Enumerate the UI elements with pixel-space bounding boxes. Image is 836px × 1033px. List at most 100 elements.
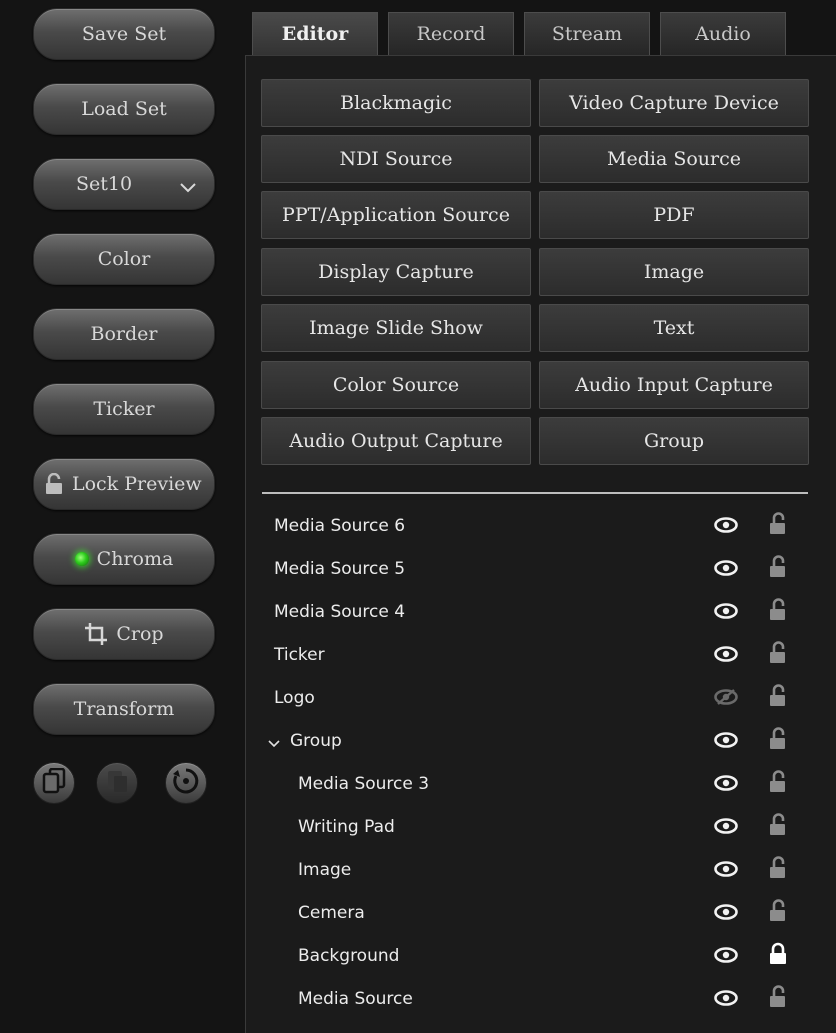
layer-row[interactable]: Image bbox=[262, 849, 808, 892]
border-label: Border bbox=[90, 323, 158, 345]
lock-open-icon[interactable] bbox=[768, 512, 788, 541]
reset-button[interactable] bbox=[165, 762, 207, 804]
eye-icon[interactable] bbox=[714, 603, 738, 624]
ticker-button[interactable]: Ticker bbox=[33, 383, 215, 435]
copy-icon bbox=[42, 767, 66, 798]
load-set-button[interactable]: Load Set bbox=[33, 83, 215, 135]
layer-row[interactable]: Media Source 3 bbox=[262, 763, 808, 806]
color-label: Color bbox=[97, 248, 151, 270]
tab-record[interactable]: Record bbox=[388, 12, 514, 55]
layer-name: Media Source 5 bbox=[274, 559, 406, 579]
chevron-down-icon bbox=[180, 176, 196, 198]
lock-open-icon[interactable] bbox=[768, 770, 788, 799]
tab-audio[interactable]: Audio bbox=[660, 12, 786, 55]
copy-button[interactable] bbox=[33, 762, 75, 804]
source-slideshow-button[interactable]: Image Slide Show bbox=[261, 304, 531, 352]
tab-label: Editor bbox=[281, 23, 349, 45]
layer-name: Image bbox=[298, 860, 352, 880]
eye-icon[interactable] bbox=[714, 904, 738, 925]
source-label: Image Slide Show bbox=[309, 317, 483, 339]
source-image-button[interactable]: Image bbox=[539, 248, 809, 296]
border-button[interactable]: Border bbox=[33, 308, 215, 360]
lock-open-icon[interactable] bbox=[768, 899, 788, 928]
source-label: Video Capture Device bbox=[569, 92, 779, 114]
layer-row[interactable]: Background bbox=[262, 935, 808, 978]
eye-icon[interactable] bbox=[714, 646, 738, 667]
source-display-capture-button[interactable]: Display Capture bbox=[261, 248, 531, 296]
tab-editor[interactable]: Editor bbox=[252, 12, 378, 55]
transform-button[interactable]: Transform bbox=[33, 683, 215, 735]
source-ndi-button[interactable]: NDI Source bbox=[261, 135, 531, 183]
divider bbox=[262, 492, 808, 494]
layer-row[interactable]: Writing Pad bbox=[262, 806, 808, 849]
set-select-dropdown[interactable]: Set10 bbox=[33, 158, 215, 210]
green-led-icon bbox=[74, 552, 89, 566]
source-video-capture-button[interactable]: Video Capture Device bbox=[539, 79, 809, 127]
layer-name: Media Source 6 bbox=[274, 516, 406, 536]
source-text-button[interactable]: Text bbox=[539, 304, 809, 352]
lock-open-icon[interactable] bbox=[768, 856, 788, 885]
source-label: Media Source bbox=[607, 148, 741, 170]
lock-open-icon[interactable] bbox=[768, 727, 788, 756]
tab-stream[interactable]: Stream bbox=[524, 12, 650, 55]
source-label: PDF bbox=[653, 204, 695, 226]
layer-row[interactable]: Media Source 6 bbox=[262, 505, 808, 548]
layer-row[interactable]: Ticker bbox=[262, 634, 808, 677]
paste-button[interactable] bbox=[96, 762, 138, 804]
load-set-label: Load Set bbox=[81, 98, 167, 120]
tab-label: Audio bbox=[695, 23, 751, 45]
chroma-button[interactable]: Chroma bbox=[33, 533, 215, 585]
layer-group-row[interactable]: Group bbox=[262, 720, 808, 763]
color-button[interactable]: Color bbox=[33, 233, 215, 285]
crop-button[interactable]: Crop bbox=[33, 608, 215, 660]
layer-row[interactable]: Logo bbox=[262, 677, 808, 720]
source-audio-output-button[interactable]: Audio Output Capture bbox=[261, 417, 531, 465]
eye-off-icon[interactable] bbox=[714, 689, 738, 710]
eye-icon[interactable] bbox=[714, 517, 738, 538]
layer-name: Media Source bbox=[298, 989, 413, 1009]
lock-open-icon[interactable] bbox=[768, 684, 788, 713]
eye-icon[interactable] bbox=[714, 560, 738, 581]
source-media-button[interactable]: Media Source bbox=[539, 135, 809, 183]
eye-icon[interactable] bbox=[714, 732, 738, 753]
lock-closed-icon[interactable] bbox=[768, 942, 788, 971]
reset-icon bbox=[172, 767, 200, 799]
lock-open-icon[interactable] bbox=[768, 813, 788, 842]
layer-name: Ticker bbox=[274, 645, 325, 665]
eye-icon[interactable] bbox=[714, 947, 738, 968]
source-ppt-button[interactable]: PPT/Application Source bbox=[261, 191, 531, 239]
layer-name: Media Source 4 bbox=[274, 602, 406, 622]
layer-name: Logo bbox=[274, 688, 315, 708]
source-audio-input-button[interactable]: Audio Input Capture bbox=[539, 361, 809, 409]
lock-open-icon[interactable] bbox=[768, 555, 788, 584]
eye-icon[interactable] bbox=[714, 861, 738, 882]
lock-open-icon[interactable] bbox=[768, 985, 788, 1014]
layer-row[interactable]: Cemera bbox=[262, 892, 808, 935]
lock-preview-button[interactable]: Lock Preview bbox=[33, 458, 215, 510]
source-label: Image bbox=[643, 261, 705, 283]
source-color-button[interactable]: Color Source bbox=[261, 361, 531, 409]
eye-icon[interactable] bbox=[714, 775, 738, 796]
crop-icon bbox=[84, 622, 108, 646]
source-group-button[interactable]: Group bbox=[539, 417, 809, 465]
source-label: Audio Input Capture bbox=[575, 374, 773, 396]
save-set-button[interactable]: Save Set bbox=[33, 8, 215, 60]
source-pdf-button[interactable]: PDF bbox=[539, 191, 809, 239]
eye-icon[interactable] bbox=[714, 818, 738, 839]
layer-row[interactable]: Media Source 5 bbox=[262, 548, 808, 591]
layer-row[interactable]: Media Source 4 bbox=[262, 591, 808, 634]
lock-open-icon[interactable] bbox=[768, 598, 788, 627]
paste-icon bbox=[105, 768, 129, 798]
layer-row[interactable]: Media Source bbox=[262, 978, 808, 1021]
tab-label: Stream bbox=[551, 23, 623, 45]
source-blackmagic-button[interactable]: Blackmagic bbox=[261, 79, 531, 127]
source-label: Blackmagic bbox=[340, 92, 452, 114]
source-label: Audio Output Capture bbox=[289, 430, 503, 452]
chevron-down-icon[interactable] bbox=[268, 733, 280, 753]
padlock-icon bbox=[44, 473, 64, 495]
lock-open-icon[interactable] bbox=[768, 641, 788, 670]
layer-name: Group bbox=[290, 731, 342, 751]
eye-icon[interactable] bbox=[714, 990, 738, 1011]
layer-name: Media Source 3 bbox=[298, 774, 430, 794]
source-label: Color Source bbox=[332, 374, 460, 396]
